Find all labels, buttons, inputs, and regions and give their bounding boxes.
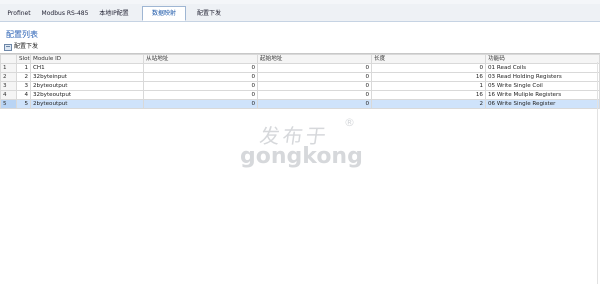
row-number[interactable]: 4 xyxy=(0,90,17,100)
download-icon xyxy=(4,43,12,51)
tab-config-download[interactable]: 配置下发 xyxy=(192,7,226,21)
table-row[interactable]: 4 4 32byteoutput 0 0 16 16 Write Muliple… xyxy=(0,90,600,100)
cell-slave-address[interactable]: 0 xyxy=(143,99,258,109)
cell-length[interactable]: 16 xyxy=(371,72,486,82)
cell-length[interactable]: 0 xyxy=(371,63,486,73)
cell-module-id[interactable]: 32byteoutput xyxy=(30,90,144,100)
download-config-button[interactable]: 配置下发 xyxy=(4,42,38,52)
cell-slave-address[interactable]: 0 xyxy=(143,90,258,100)
cell-slot[interactable]: 1 xyxy=(16,63,31,73)
grid-right-divider xyxy=(597,62,598,284)
cell-slave-address[interactable]: 0 xyxy=(143,72,258,82)
cell-slave-address[interactable]: 0 xyxy=(143,63,258,73)
cell-module-id[interactable]: CH1 xyxy=(30,63,144,73)
cell-length[interactable]: 1 xyxy=(371,81,486,91)
cell-function-code[interactable]: 05 Write Single Coil xyxy=(485,81,600,91)
cell-start-address[interactable]: 0 xyxy=(257,90,372,100)
row-header-corner xyxy=(0,54,17,64)
table-row[interactable]: 2 2 32byteinput 0 0 16 03 Read Holding R… xyxy=(0,72,600,82)
tab-profinet[interactable]: Profinet xyxy=(4,7,34,21)
cell-start-address[interactable]: 0 xyxy=(257,99,372,109)
col-header-slot[interactable]: Slot xyxy=(16,54,31,64)
cell-slave-address[interactable]: 0 xyxy=(143,81,258,91)
cell-slot[interactable]: 5 xyxy=(16,99,31,109)
cell-function-code[interactable]: 06 Write Single Register xyxy=(485,99,600,109)
download-config-label: 配置下发 xyxy=(14,43,39,50)
cell-module-id[interactable]: 2byteoutput xyxy=(30,81,144,91)
tab-local-ip-config[interactable]: 本地IP配置 xyxy=(96,7,132,21)
table-row[interactable]: 3 3 2byteoutput 0 0 1 05 Write Single Co… xyxy=(0,81,600,91)
cell-module-id[interactable]: 2byteoutput xyxy=(30,99,144,109)
cell-function-code[interactable]: 03 Read Holding Registers xyxy=(485,72,600,82)
row-number[interactable]: 3 xyxy=(0,81,17,91)
col-header-function-code[interactable]: 功能码 xyxy=(485,54,600,64)
cell-slot[interactable]: 3 xyxy=(16,81,31,91)
cell-length[interactable]: 2 xyxy=(371,99,486,109)
cell-start-address[interactable]: 0 xyxy=(257,81,372,91)
cell-length[interactable]: 16 xyxy=(371,90,486,100)
col-header-slave-address[interactable]: 从站地址 xyxy=(143,54,258,64)
col-header-module-id[interactable]: Module ID xyxy=(30,54,144,64)
title-fragment: ·· ·· xyxy=(2,0,10,3)
table-row-selected[interactable]: 5 5 2byteoutput 0 0 2 06 Write Single Re… xyxy=(0,99,600,109)
cell-slot[interactable]: 4 xyxy=(16,90,31,100)
row-number[interactable]: 5 xyxy=(0,99,17,109)
cell-function-code[interactable]: 01 Read Coils xyxy=(485,63,600,73)
table-row[interactable]: 1 1 CH1 0 0 0 01 Read Coils xyxy=(0,63,600,73)
tab-data-mapping[interactable]: 数据映射 xyxy=(142,6,186,21)
col-header-start-address[interactable]: 起始地址 xyxy=(257,54,372,64)
mapping-grid: Slot Module ID 从站地址 起始地址 长度 功能码 1 1 CH1 … xyxy=(0,53,600,285)
cell-start-address[interactable]: 0 xyxy=(257,63,372,73)
cell-function-code[interactable]: 16 Write Muliple Registers xyxy=(485,90,600,100)
cell-start-address[interactable]: 0 xyxy=(257,72,372,82)
col-header-length[interactable]: 长度 xyxy=(371,54,486,64)
tab-bar: Profinet Modbus RS-485 本地IP配置 数据映射 配置下发 xyxy=(0,4,600,22)
row-number[interactable]: 1 xyxy=(0,63,17,73)
cell-module-id[interactable]: 32byteinput xyxy=(30,72,144,82)
row-number[interactable]: 2 xyxy=(0,72,17,82)
section-title: 配置列表 xyxy=(6,30,38,39)
header-row: Slot Module ID 从站地址 起始地址 长度 功能码 xyxy=(0,54,600,64)
tab-modbus-rs485[interactable]: Modbus RS-485 xyxy=(40,7,90,21)
cell-slot[interactable]: 2 xyxy=(16,72,31,82)
